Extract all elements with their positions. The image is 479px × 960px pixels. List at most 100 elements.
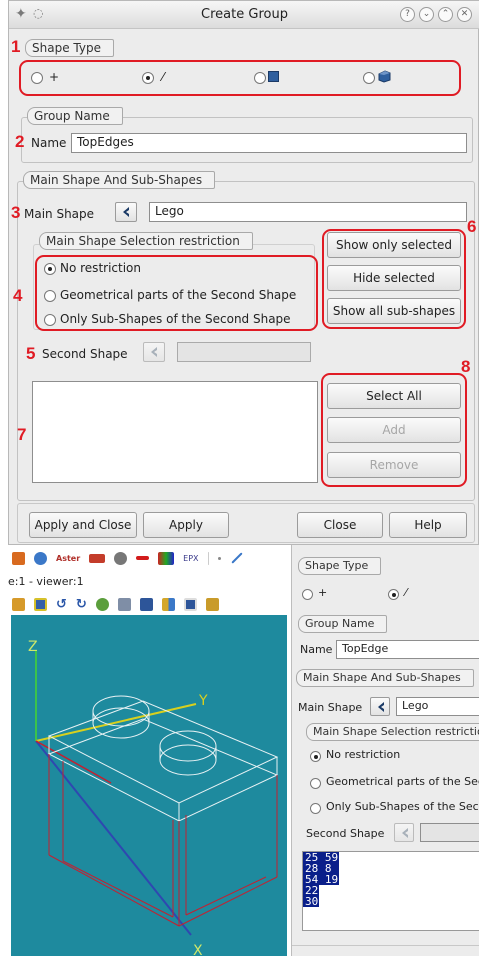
restriction-radio-none[interactable]: [44, 263, 56, 275]
create-group-dialog: ✦ ◌ Create Group ? ⌄ ⌃ ✕ 1 Shape Type + …: [8, 0, 479, 545]
mesh-module-icon[interactable]: [89, 553, 106, 563]
panel-second-shape-label: Second Shape: [306, 827, 385, 840]
panel-shape-type-header: Shape Type: [298, 557, 382, 575]
select-arrow-icon: [123, 207, 129, 217]
panel-main-shape-field[interactable]: Lego: [396, 697, 479, 716]
restriction-radio-subshapes[interactable]: [44, 314, 56, 326]
view-front-icon[interactable]: [139, 597, 153, 611]
close-button[interactable]: Close: [297, 512, 383, 538]
link-icon[interactable]: [136, 556, 150, 560]
fit-all-icon[interactable]: [34, 597, 47, 611]
minimize-icon[interactable]: ⌄: [419, 7, 434, 22]
restriction-label-subshapes: Only Sub-Shapes of the Second Shape: [60, 312, 291, 326]
panel-restriction-radio-none[interactable]: [310, 751, 321, 762]
restriction-label-none: No restriction: [60, 261, 141, 275]
panel-name-field[interactable]: TopEdge: [336, 640, 479, 659]
annotation-1: 1: [11, 37, 21, 56]
line-icon[interactable]: [230, 552, 243, 564]
viewer-area: Aster EPX e:1 - viewer:1 ↺ ↻ Z Y X: [8, 545, 288, 959]
help-window-icon[interactable]: ?: [400, 7, 415, 22]
panel-radio-edge[interactable]: [388, 589, 399, 600]
panel-second-shape-field[interactable]: [420, 823, 479, 842]
name-field[interactable]: TopEdges: [71, 133, 467, 153]
dump-view-icon[interactable]: [12, 597, 25, 611]
lego-model-drawing: Z Y X: [28, 639, 279, 959]
bars-icon[interactable]: [158, 551, 175, 565]
annotation-box-1: [19, 60, 461, 96]
subshape-list[interactable]: [32, 381, 318, 483]
select-all-button[interactable]: Select All: [327, 383, 461, 409]
module-toolbar: Aster EPX: [8, 547, 288, 569]
restriction-header: Main Shape Selection restriction: [39, 232, 253, 250]
second-shape-field[interactable]: [177, 342, 311, 362]
panel-restriction-radio-subshapes[interactable]: [310, 803, 321, 814]
select-arrow-icon: [378, 702, 384, 712]
panel-main-shape-label: Main Shape: [298, 701, 363, 714]
apply-and-close-button[interactable]: Apply and Close: [29, 512, 137, 538]
geometry-module-icon[interactable]: [34, 551, 47, 565]
panel-label-vertex: +: [318, 586, 328, 599]
restriction-radio-geometrical[interactable]: [44, 290, 56, 302]
panel-restriction-label-none: No restriction: [326, 748, 401, 761]
add-button[interactable]: Add: [327, 417, 461, 443]
axis-z-label: Z: [28, 639, 38, 655]
maximize-icon[interactable]: ⌃: [438, 7, 453, 22]
annotation-3: 3: [11, 203, 21, 222]
view-iso-icon[interactable]: [205, 597, 219, 611]
show-only-selected-button[interactable]: Show only selected: [327, 232, 461, 258]
aster-icon[interactable]: Aster: [56, 554, 80, 563]
reset-icon[interactable]: ↻: [76, 597, 87, 612]
main-shape-label: Main Shape: [24, 207, 95, 221]
main-shape-select-button[interactable]: [115, 202, 137, 222]
shape-type-header: Shape Type: [25, 39, 114, 57]
annotation-2: 2: [15, 132, 25, 151]
annotation-6: 6: [467, 217, 477, 236]
globe-icon[interactable]: [95, 597, 109, 611]
view-sides-icon[interactable]: [161, 597, 175, 611]
shape-type-radio-face[interactable]: [254, 72, 266, 84]
panel-group-name-header: Group Name: [298, 615, 388, 633]
shape-type-radio-edge[interactable]: [142, 72, 154, 84]
help-button[interactable]: Help: [389, 512, 467, 538]
solid-icon: [378, 70, 391, 83]
bottom-screenshot: Aster EPX e:1 - viewer:1 ↺ ↻ Z Y X Shape…: [8, 545, 479, 959]
remove-button[interactable]: Remove: [327, 452, 461, 478]
axis-x-label: X: [193, 943, 203, 956]
list-item[interactable]: 30: [303, 896, 319, 907]
panel-subshape-list[interactable]: 25 59 28 8 54 19 22 30: [302, 851, 479, 931]
hide-selected-button[interactable]: Hide selected: [327, 265, 461, 291]
3d-viewport[interactable]: Z Y X: [11, 615, 287, 959]
second-shape-label: Second Shape: [42, 347, 128, 361]
apply-button[interactable]: Apply: [143, 512, 229, 538]
panel-restriction-radio-geometrical[interactable]: [310, 778, 321, 789]
rotate-icon[interactable]: ↺: [56, 597, 67, 612]
shape-type-radio-solid[interactable]: [363, 72, 375, 84]
group-panel: Shape Type + ⁄ Group Name Name TopEdge M…: [291, 545, 479, 956]
panel-second-shape-select-button[interactable]: [394, 823, 414, 842]
panel-radio-vertex[interactable]: [302, 589, 313, 600]
panel-name-label: Name: [300, 643, 333, 656]
post-pro-icon[interactable]: [114, 551, 128, 565]
restriction-label-geometrical: Geometrical parts of the Second Shape: [60, 288, 297, 302]
module-icon[interactable]: [12, 551, 25, 565]
title-bar: ✦ ◌ Create Group ? ⌄ ⌃ ✕: [9, 1, 479, 29]
point-icon[interactable]: [217, 556, 221, 560]
second-shape-select-button[interactable]: [143, 342, 165, 362]
epx-icon[interactable]: EPX: [183, 554, 198, 563]
panel-restriction-header: Main Shape Selection restriction: [306, 723, 479, 741]
face-icon: [268, 71, 279, 82]
select-arrow-icon: [402, 828, 408, 838]
panel-main-shape-select-button[interactable]: [370, 697, 390, 716]
panel-main-sub-header: Main Shape And Sub-Shapes: [296, 669, 474, 687]
select-arrow-icon: [151, 347, 157, 357]
show-all-subshapes-button[interactable]: Show all sub-shapes: [327, 298, 461, 324]
main-sub-shapes-header: Main Shape And Sub-Shapes: [23, 171, 216, 189]
viewer-title: e:1 - viewer:1: [8, 575, 84, 588]
zoom-icon[interactable]: [117, 597, 131, 611]
shape-type-radio-vertex[interactable]: [31, 72, 43, 84]
view-toolbar: ↺ ↻: [8, 593, 288, 615]
annotation-4: 4: [13, 286, 23, 305]
view-top-icon[interactable]: [183, 597, 197, 611]
close-window-icon[interactable]: ✕: [457, 7, 472, 22]
main-shape-field[interactable]: Lego: [149, 202, 467, 222]
